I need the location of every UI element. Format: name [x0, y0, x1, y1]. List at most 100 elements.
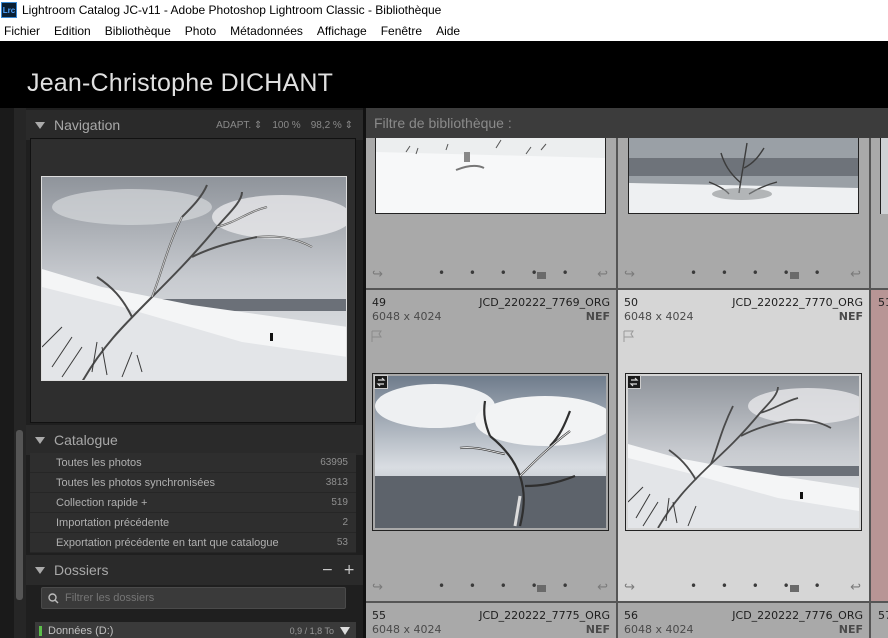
navigation-header[interactable]: Navigation ADAPT. ⇕ 100 % 98,2 % ⇕ [26, 110, 363, 140]
zoom-fit-option[interactable]: ADAPT. ⇕ [216, 120, 262, 131]
grid-thumbnail[interactable] [628, 376, 859, 528]
grid-cell-index: 49 [372, 296, 386, 309]
collapse-triangle-icon[interactable] [35, 436, 45, 444]
catalogue-title: Catalogue [54, 432, 118, 448]
grid-cell-footer: ↪ • • • • • ↩ [366, 266, 616, 282]
volume-size: 0,9 / 1,8 To [289, 626, 334, 636]
rating-dots[interactable]: • • • • • [438, 579, 579, 593]
grid-cell-filename: JCD_220222_7770_ORG [732, 296, 863, 309]
sync-badge-icon[interactable] [374, 375, 388, 389]
grid-cell-partial[interactable]: 51 [871, 290, 888, 603]
color-label-icon[interactable] [537, 585, 546, 592]
rotate-right-icon[interactable]: ↩ [597, 580, 608, 595]
identity-plate: Jean-Christophe DICHANT [0, 41, 888, 108]
catalogue-item-quick-collection[interactable]: Collection rapide + 519 [30, 493, 356, 513]
grid-cell-dimensions: 6048 x 4024 [624, 310, 694, 323]
navigation-preview-photo[interactable] [41, 176, 347, 381]
left-panel-scrollbar-thumb[interactable] [16, 430, 23, 600]
grid-cell-partial[interactable]: 57 [871, 603, 888, 638]
grid-cell-filename: JCD_220222_7769_ORG [479, 296, 610, 309]
dossiers-header[interactable]: Dossiers − + [26, 555, 363, 585]
grid-cell-index: 57 [878, 609, 888, 622]
menu-fenetre[interactable]: Fenêtre [381, 24, 422, 38]
menu-metadonnees[interactable]: Métadonnées [230, 24, 303, 38]
color-label-icon[interactable] [537, 272, 546, 279]
volume-row[interactable]: Données (D:) 0,9 / 1,8 To [35, 622, 356, 638]
grid-thumbnail[interactable] [880, 138, 888, 214]
color-label-icon[interactable] [790, 585, 799, 592]
grid-cell-extension: NEF [585, 623, 610, 636]
lightroom-app-icon[interactable]: Lrc [1, 2, 17, 18]
navigation-title: Navigation [54, 117, 121, 133]
zoom-100-option[interactable]: 100 % [272, 120, 300, 131]
identity-plate-name[interactable]: Jean-Christophe DICHANT [27, 69, 333, 98]
library-filter-label: Filtre de bibliothèque : [374, 115, 512, 131]
grid-thumbnail[interactable] [628, 138, 859, 214]
rotate-left-icon[interactable]: ↪ [624, 267, 635, 282]
grid-cell-index: 50 [624, 296, 638, 309]
volume-expand-icon[interactable] [340, 627, 350, 635]
grid-cell-dimensions: 6048 x 4024 [624, 623, 694, 636]
menu-bar: Fichier Edition Bibliothèque Photo Métad… [0, 20, 888, 41]
grid-cell-index: 55 [372, 609, 386, 622]
grid-cell-footer: ↪ • • • • • ↩ [366, 579, 616, 595]
sync-badge-icon[interactable] [627, 375, 641, 389]
rating-dots[interactable]: • • • • • [690, 579, 831, 593]
rating-dots[interactable]: • • • • • [438, 266, 579, 280]
catalogue-header[interactable]: Catalogue [26, 425, 363, 455]
grid-cell[interactable] [871, 138, 888, 290]
rotate-left-icon[interactable]: ↪ [372, 267, 383, 282]
collapse-triangle-icon[interactable] [35, 566, 45, 574]
rotate-left-icon[interactable]: ↪ [624, 580, 635, 595]
grid-cell-dimensions: 6048 x 4024 [372, 623, 442, 636]
color-label-icon[interactable] [790, 272, 799, 279]
menu-photo[interactable]: Photo [185, 24, 216, 38]
window-title: Lightroom Catalog JC-v11 - Adobe Photosh… [22, 3, 442, 17]
grid-thumbnail[interactable] [375, 138, 606, 214]
catalogue-item-all-photos[interactable]: Toutes les photos 63995 [30, 453, 356, 473]
grid-cell[interactable]: 55 JCD_220222_7775_ORG 6048 x 4024 NEF [366, 603, 618, 638]
grid-cell[interactable]: ↪ • • • • • ↩ [618, 138, 871, 290]
rating-dots[interactable]: • • • • • [690, 266, 831, 280]
add-folder-icon[interactable]: + [343, 562, 355, 578]
zoom-custom-option[interactable]: 98,2 % ⇕ [311, 120, 353, 131]
grid-cell-extension: NEF [838, 623, 863, 636]
grid-cell[interactable]: 56 JCD_220222_7776_ORG 6048 x 4024 NEF [618, 603, 871, 638]
catalogue-item-previous-export[interactable]: Exportation précédente en tant que catal… [30, 533, 356, 553]
dossiers-tools: − + [322, 562, 355, 578]
flag-icon[interactable] [623, 330, 635, 343]
filter-folders-box[interactable] [41, 587, 346, 609]
volume-status-led [39, 626, 42, 636]
grid-cell[interactable]: 49 JCD_220222_7769_ORG 6048 x 4024 NEF ↪… [366, 290, 618, 603]
catalogue-item-previous-import[interactable]: Importation précédente 2 [30, 513, 356, 533]
rotate-right-icon[interactable]: ↩ [597, 267, 608, 282]
catalogue-item-synced-photos[interactable]: Toutes les photos synchronisées 3813 [30, 473, 356, 493]
grid-cell-dimensions: 6048 x 4024 [372, 310, 442, 323]
navigation-zoom-controls: ADAPT. ⇕ 100 % 98,2 % ⇕ [216, 120, 353, 131]
grid-cell-index: 51 [878, 296, 888, 309]
rotate-right-icon[interactable]: ↩ [850, 580, 861, 595]
menu-aide[interactable]: Aide [436, 24, 460, 38]
grid-cell-footer: ↪ • • • • • ↩ [618, 579, 869, 595]
library-filter-bar[interactable]: Filtre de bibliothèque : [366, 108, 888, 138]
grid-thumbnail[interactable] [375, 376, 606, 528]
rotate-left-icon[interactable]: ↪ [372, 580, 383, 595]
grid-cell-filename: JCD_220222_7776_ORG [732, 609, 863, 622]
menu-affichage[interactable]: Affichage [317, 24, 367, 38]
collapse-triangle-icon[interactable] [35, 121, 45, 129]
rotate-right-icon[interactable]: ↩ [850, 267, 861, 282]
grid-cell-index: 56 [624, 609, 638, 622]
grid-cell-selected[interactable]: 50 JCD_220222_7770_ORG 6048 x 4024 NEF ↪… [618, 290, 871, 603]
left-panel-edge [0, 108, 14, 638]
filter-folders-input[interactable] [65, 592, 325, 604]
search-icon [48, 592, 59, 603]
catalogue-list: Toutes les photos 63995 Toutes les photo… [30, 453, 356, 553]
flag-icon[interactable] [371, 330, 383, 343]
remove-folder-icon[interactable]: − [322, 562, 334, 578]
grid-cell-extension: NEF [838, 310, 863, 323]
menu-fichier[interactable]: Fichier [4, 24, 40, 38]
grid-cell-footer: ↪ • • • • • ↩ [618, 266, 869, 282]
menu-edition[interactable]: Edition [54, 24, 91, 38]
menu-bibliotheque[interactable]: Bibliothèque [105, 24, 171, 38]
grid-cell[interactable]: ↪ • • • • • ↩ [366, 138, 618, 290]
